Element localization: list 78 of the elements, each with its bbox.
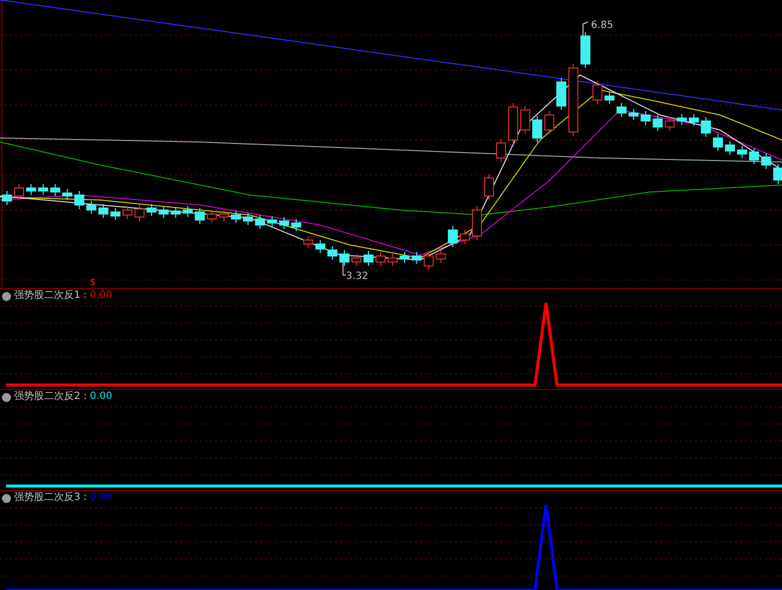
candlestick bbox=[688, 114, 699, 126]
indicator-name: 强势股二次反2 : bbox=[14, 391, 87, 403]
indicator-value: 0.00 bbox=[90, 391, 112, 403]
candlestick bbox=[472, 206, 482, 240]
candlestick bbox=[749, 148, 760, 164]
leader-line bbox=[342, 262, 346, 276]
candlestick bbox=[520, 106, 530, 134]
candlestick bbox=[544, 110, 554, 134]
candlestick bbox=[712, 134, 723, 152]
candlestick bbox=[26, 184, 36, 196]
candlestick bbox=[388, 254, 398, 266]
candlestick bbox=[267, 216, 278, 228]
candlestick bbox=[376, 252, 386, 266]
candlestick bbox=[664, 116, 675, 132]
low-price-label: 3.32 bbox=[346, 271, 368, 282]
candlestick bbox=[243, 212, 253, 226]
candlestick bbox=[448, 226, 458, 248]
candlestick bbox=[351, 254, 362, 266]
candlestick bbox=[98, 204, 108, 218]
candlestick bbox=[761, 152, 772, 170]
indicator-value: 0.00 bbox=[90, 290, 112, 302]
candlestick bbox=[2, 190, 12, 206]
candlestick bbox=[460, 230, 470, 244]
candlestick bbox=[134, 204, 145, 222]
candlestick bbox=[532, 116, 542, 142]
high-price-label: 6.85 bbox=[591, 20, 614, 31]
candlestick bbox=[158, 206, 169, 218]
candlestick bbox=[700, 116, 711, 138]
candlestick bbox=[182, 206, 193, 218]
candlestick bbox=[110, 208, 120, 220]
indicator-name: 强势股二次反1 : bbox=[14, 290, 87, 302]
indicator-value: 0.00 bbox=[90, 492, 112, 504]
candlestick bbox=[616, 102, 627, 118]
candlestick bbox=[737, 146, 748, 158]
candlestick bbox=[424, 252, 434, 270]
candlestick bbox=[50, 184, 60, 196]
candlestick bbox=[74, 190, 84, 210]
candlestick bbox=[218, 210, 229, 222]
candlestick bbox=[364, 250, 374, 266]
indicator-icon[interactable] bbox=[2, 292, 11, 300]
candlestick bbox=[62, 188, 72, 200]
candlestick bbox=[194, 208, 205, 224]
candlestick bbox=[508, 102, 518, 144]
candlestick bbox=[291, 218, 302, 232]
candlestick bbox=[676, 114, 687, 126]
candlestick bbox=[484, 174, 494, 200]
indicator-icon[interactable] bbox=[2, 392, 11, 402]
candlestick bbox=[38, 184, 48, 196]
candlestick bbox=[580, 32, 590, 68]
candlestick bbox=[604, 92, 614, 104]
indicator-name: 强势股二次反3 : bbox=[14, 492, 87, 504]
candlestick bbox=[170, 206, 181, 218]
candlestick bbox=[315, 240, 326, 254]
candlestick bbox=[412, 252, 422, 264]
candlestick bbox=[122, 206, 132, 220]
candlestick bbox=[86, 200, 96, 214]
candlestick bbox=[592, 80, 602, 104]
candlestick bbox=[640, 110, 651, 126]
candlestick bbox=[206, 210, 217, 224]
candlestick bbox=[496, 138, 506, 162]
candlestick bbox=[725, 140, 735, 156]
candlestick bbox=[327, 246, 338, 260]
candlestick bbox=[339, 250, 350, 266]
candlestick bbox=[279, 216, 290, 230]
candlestick bbox=[400, 252, 410, 264]
leader-line bbox=[582, 22, 588, 36]
candlestick bbox=[255, 214, 266, 230]
candlestick bbox=[146, 204, 157, 216]
candlestick bbox=[652, 114, 663, 132]
candlestick bbox=[230, 210, 241, 224]
candlestick bbox=[773, 164, 782, 184]
candlestick bbox=[628, 108, 639, 120]
candlestick bbox=[14, 184, 24, 200]
candlestick bbox=[436, 250, 446, 264]
indicator-icon[interactable] bbox=[2, 494, 11, 502]
signal-marker: $ bbox=[90, 278, 96, 288]
candlestick bbox=[556, 78, 566, 110]
candlestick bbox=[303, 236, 314, 248]
